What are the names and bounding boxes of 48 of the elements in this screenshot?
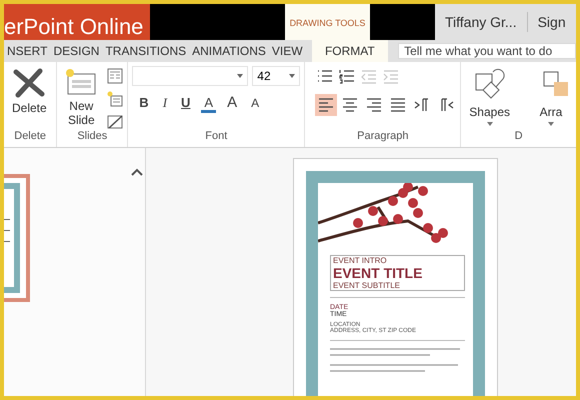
event-subtitle-text: EVENT SUBTITLE	[333, 281, 401, 290]
align-center-icon	[341, 96, 360, 114]
user-name[interactable]: Tiffany Gr...	[445, 14, 517, 30]
caret-icon	[289, 74, 296, 78]
ribbon-tab[interactable]: ANIMATIONS	[189, 40, 269, 62]
search-field[interactable]: Tell me what you want to do	[398, 43, 576, 59]
new-slide-button[interactable]: New Slide	[61, 66, 102, 130]
font-size-dropdown[interactable]: 42	[252, 66, 300, 86]
sign-in-link[interactable]: Sign	[538, 14, 566, 30]
delete-x-icon	[12, 68, 46, 98]
layout-icon[interactable]	[107, 68, 124, 84]
scroll-up-icon[interactable]	[131, 168, 143, 176]
italic-button[interactable]: I	[160, 92, 170, 112]
group-label: Font	[204, 130, 228, 144]
ribbon-tab[interactable]: TRANSITIONS	[102, 40, 190, 62]
delete-button[interactable]: Delete	[8, 66, 51, 130]
group-label: Delete	[13, 130, 48, 144]
numbering-icon[interactable]	[338, 68, 356, 86]
group-label: Paragraph	[356, 130, 410, 144]
ribbon-tab[interactable]: NSERT	[4, 40, 50, 62]
reset-slide-icon[interactable]	[107, 91, 124, 107]
group-label: Slides	[76, 130, 108, 144]
event-title-text: EVENT TITLE	[333, 265, 424, 281]
group-label: D	[514, 130, 524, 144]
align-left-button[interactable]	[315, 94, 338, 116]
caret-icon	[486, 122, 493, 126]
app-title: erPoint Online	[4, 4, 150, 40]
shapes-button[interactable]: Shapes	[465, 66, 514, 130]
ribbon-tab[interactable]: DESIGN	[50, 40, 102, 62]
shrink-font-button[interactable]: A	[248, 94, 262, 112]
caret-icon	[237, 74, 244, 78]
event-intro-text: EVENT INTRO	[333, 256, 388, 265]
align-left-icon	[317, 96, 336, 114]
new-slide-icon	[65, 68, 98, 96]
font-color-button[interactable]: A	[201, 92, 216, 112]
ribbon-tab[interactable]: FORMAT	[312, 40, 388, 62]
text-box-selection[interactable]: EVENT INTRO EVENT TITLE EVENT SUBTITLE	[330, 255, 465, 291]
caret-icon	[548, 122, 554, 126]
hide-slide-icon[interactable]	[107, 114, 124, 130]
bold-button[interactable]: B	[136, 93, 152, 112]
redaction-block	[370, 4, 435, 40]
ribbon-tab[interactable]: VIEW	[268, 40, 306, 62]
align-right-icon	[365, 96, 384, 114]
underline-button[interactable]: U	[178, 93, 194, 112]
contextual-tab-label: DRAWING TOOLS	[285, 4, 370, 40]
align-justify-icon	[389, 96, 408, 114]
grow-font-button[interactable]: A	[224, 92, 240, 113]
arrange-button[interactable]: Arra	[520, 66, 572, 130]
